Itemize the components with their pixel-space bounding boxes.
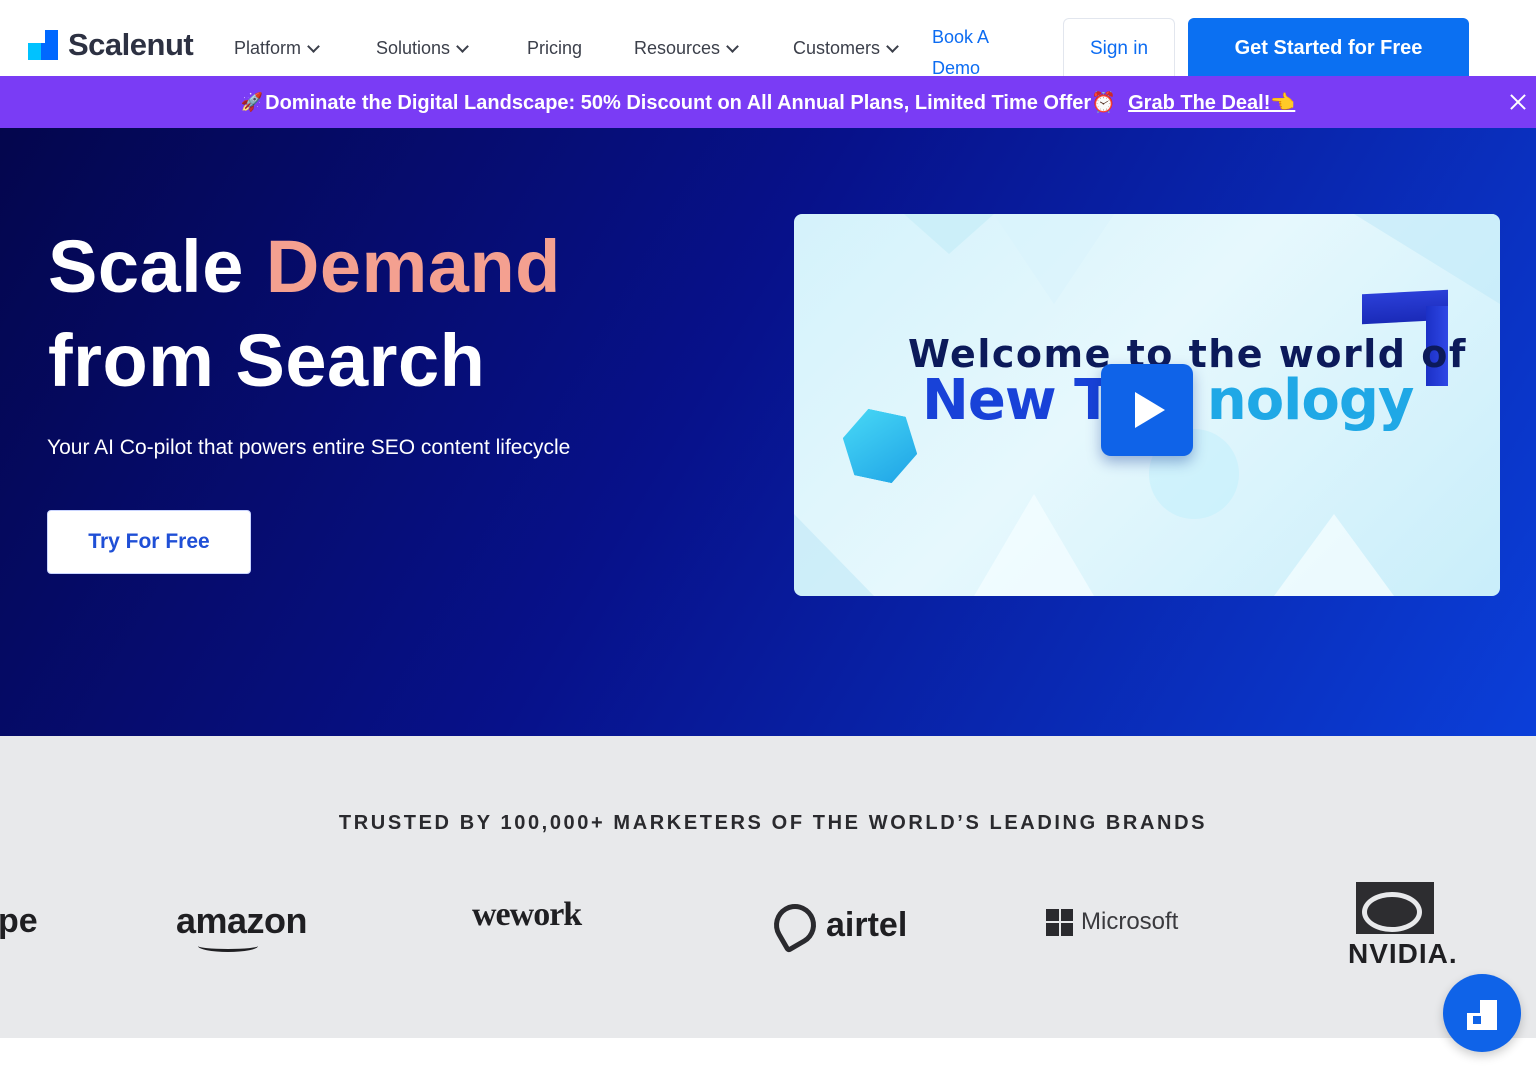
nav-platform[interactable]: Platform [234,38,320,59]
get-started-button[interactable]: Get Started for Free [1188,18,1469,78]
nvidia-logo: NVIDIA. [1348,882,1458,970]
hero-title-line2: from Search [48,319,486,402]
nav-customers[interactable]: Customers [793,38,899,59]
scalenut-logo[interactable]: Scalenut [28,27,194,62]
brand-logo-partial: pe [0,902,38,940]
nav-customers-label: Customers [793,38,881,58]
microsoft-grid-icon [1046,908,1073,936]
new-tech-part-b: nology [1206,368,1415,433]
chevron-down-icon [307,39,320,53]
chevron-down-icon [456,39,469,53]
play-icon[interactable] [1101,364,1193,456]
wework-logo: wework [472,896,582,933]
rocket-icon: 🚀 [240,91,264,112]
logo-text: Scalenut [68,27,194,62]
microsoft-logo: Microsoft [1046,908,1178,936]
amazon-smile-icon [198,940,258,952]
book-demo-link[interactable]: Book A Demo [932,22,1012,84]
nav-resources-label: Resources [634,38,721,58]
nav-pricing[interactable]: Pricing [527,38,582,59]
nav-solutions[interactable]: Solutions [376,38,469,59]
nav-solutions-label: Solutions [376,38,451,58]
chat-widget-button[interactable] [1443,974,1521,1052]
trusted-brands-section: TRUSTED BY 100,000+ MARKETERS OF THE WOR… [0,736,1536,1038]
try-for-free-button[interactable]: Try For Free [47,510,251,574]
hero-title-demand: Demand [265,225,561,308]
site-header: Scalenut Platform Solutions Pricing Reso… [0,0,1536,78]
airtel-logo: airtel [766,896,908,954]
intro-video[interactable]: Welcome to the world of New Te nology [794,214,1500,596]
nvidia-logo-text: NVIDIA. [1348,938,1458,969]
amazon-logo: amazon [176,900,308,952]
hero-subtitle: Your AI Co-pilot that powers entire SEO … [47,436,571,459]
hero-section: Scale Demand from Search Your AI Co-pilot… [0,128,1536,736]
sign-in-button[interactable]: Sign in [1063,18,1175,78]
chevron-down-icon [726,39,739,53]
amazon-logo-text: amazon [176,900,308,941]
nvidia-eye-icon [1356,882,1434,934]
nav-resources[interactable]: Resources [634,38,739,59]
nav-pricing-label: Pricing [527,38,583,58]
grab-deal-link[interactable]: Grab The Deal!👈 [1128,90,1295,115]
microsoft-logo-text: Microsoft [1081,908,1179,935]
trusted-title: TRUSTED BY 100,000+ MARKETERS OF THE WOR… [338,812,1208,834]
airtel-mark-icon [766,896,824,954]
promo-text: Dominate the Digital Landscape: 50% Disc… [265,91,1117,114]
close-icon[interactable] [1506,90,1530,114]
hero-title-scale: Scale [48,225,244,308]
nav-platform-label: Platform [234,38,302,58]
airtel-logo-text: airtel [826,905,908,944]
scalenut-logo-icon [28,30,58,60]
chevron-down-icon [886,39,899,53]
promo-banner: 🚀 Dominate the Digital Landscape: 50% Di… [0,76,1536,128]
hero-title: Scale Demand from Search [48,220,561,408]
